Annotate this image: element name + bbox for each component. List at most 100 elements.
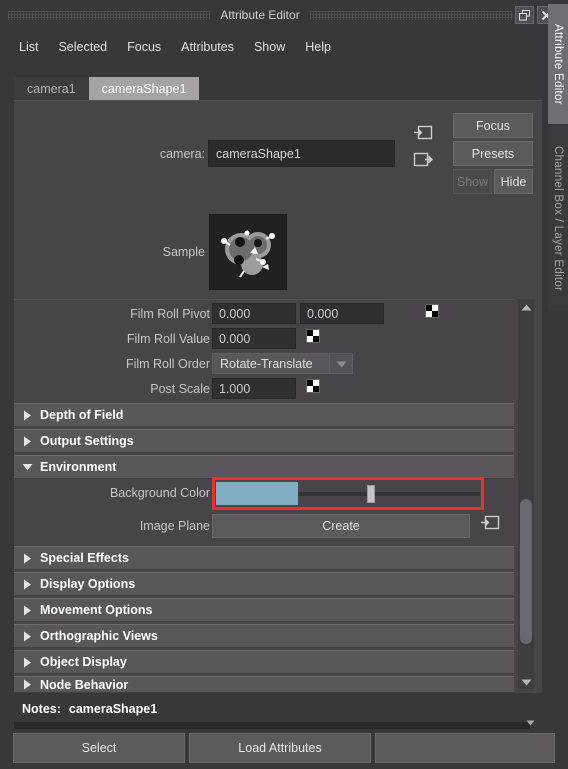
node-tab-strip: camera1 cameraShape1: [14, 75, 542, 101]
post-scale-key-icon[interactable]: [306, 379, 320, 393]
notes-value: cameraShape1: [68, 702, 158, 716]
film-roll-pivot-label-wrap: Film Roll Pivot: [90, 303, 210, 324]
side-tab-attribute-editor[interactable]: Attribute Editor: [548, 4, 568, 124]
output-connection-button[interactable]: [412, 152, 434, 171]
title-grip-right: [309, 10, 512, 20]
chevron-down-icon: [336, 355, 347, 373]
section-movement-options[interactable]: Movement Options: [14, 598, 514, 622]
film-roll-value-label-wrap: Film Roll Value: [90, 328, 210, 349]
section-label: Display Options: [40, 577, 136, 591]
menu-item-attributes[interactable]: Attributes: [172, 38, 243, 56]
image-plane-connection-button[interactable]: [477, 513, 502, 536]
notes-label: Notes:: [22, 702, 61, 716]
menu-item-list[interactable]: List: [10, 38, 47, 56]
show-button[interactable]: Show: [453, 169, 492, 194]
title-bar[interactable]: Attribute Editor: [8, 4, 556, 26]
section-output-settings[interactable]: Output Settings: [14, 429, 514, 453]
section-label: Object Display: [40, 655, 127, 669]
tab-camera1[interactable]: camera1: [14, 77, 89, 101]
chevron-right-icon: [14, 631, 40, 642]
film-roll-order-label: Film Roll Order: [125, 356, 210, 371]
film-roll-pivot-key-icon[interactable]: [425, 304, 439, 318]
input-connection-button[interactable]: [412, 125, 434, 144]
attribute-editor-window: Attribute Editor List Selected Focus Att…: [0, 0, 568, 769]
menu-item-show[interactable]: Show: [245, 38, 294, 56]
film-roll-order-label-wrap: Film Roll Order: [90, 353, 210, 374]
output-connection-icon: [480, 514, 500, 536]
background-color-highlight-box: [212, 477, 484, 510]
side-tab-label: Channel Box / Layer Editor: [552, 145, 564, 292]
section-orthographic-views[interactable]: Orthographic Views: [14, 624, 514, 648]
section-label: Movement Options: [40, 603, 153, 617]
restore-icon: [519, 9, 530, 21]
section-special-effects[interactable]: Special Effects: [14, 546, 514, 570]
sample-label-wrap: Sample: [130, 242, 205, 262]
image-plane-label-wrap: Image Plane: [80, 515, 210, 537]
section-label: Special Effects: [40, 551, 129, 565]
scroll-down-icon: [521, 673, 532, 691]
load-attributes-button[interactable]: Load Attributes: [189, 733, 371, 763]
chevron-down-icon: [14, 463, 40, 471]
side-tab-channel-box[interactable]: Channel Box / Layer Editor: [548, 126, 568, 311]
post-scale-label-wrap: Post Scale: [90, 378, 210, 399]
footer-empty-button[interactable]: [375, 733, 555, 763]
sample-label: Sample: [162, 245, 205, 259]
film-roll-value-key-icon[interactable]: [306, 329, 320, 343]
section-node-behavior[interactable]: Node Behavior: [14, 676, 514, 693]
window-title: Attribute Editor: [220, 8, 300, 22]
tab-cameraShape1[interactable]: cameraShape1: [88, 77, 200, 101]
presets-button[interactable]: Presets: [453, 141, 533, 166]
hide-button[interactable]: Hide: [494, 169, 533, 194]
film-roll-value-label: Film Roll Value: [126, 331, 210, 346]
scroll-down-button[interactable]: [518, 674, 534, 689]
chevron-right-icon: [14, 410, 40, 421]
restore-button[interactable]: [515, 6, 534, 24]
background-color-label: Background Color: [109, 486, 210, 500]
scrollbar-thumb[interactable]: [520, 499, 532, 644]
section-label: Node Behavior: [40, 677, 129, 692]
menu-item-focus[interactable]: Focus: [118, 38, 170, 56]
scroll-up-icon: [521, 298, 532, 316]
image-plane-create-button[interactable]: Create: [212, 514, 470, 538]
post-scale-input[interactable]: 1.000: [212, 378, 296, 399]
camera-name-input[interactable]: cameraShape1: [208, 140, 395, 167]
input-connection-icon: [413, 124, 433, 146]
film-roll-order-dropdown-arrow[interactable]: [329, 353, 353, 374]
output-connection-icon: [413, 151, 433, 173]
section-label: Depth of Field: [40, 408, 124, 422]
side-tab-strip: Attribute Editor Channel Box / Layer Edi…: [548, 4, 568, 314]
menu-item-selected[interactable]: Selected: [49, 38, 116, 56]
section-environment[interactable]: Environment: [14, 455, 514, 479]
notes-input[interactable]: [14, 722, 530, 729]
film-roll-pivot-input-x[interactable]: 0.000: [212, 303, 296, 324]
chevron-right-icon: [14, 436, 40, 447]
attribute-scrollbar[interactable]: [518, 299, 534, 689]
film-roll-order-dropdown[interactable]: Rotate-Translate: [212, 353, 330, 374]
section-label: Orthographic Views: [40, 629, 158, 643]
section-depth-of-field[interactable]: Depth of Field: [14, 403, 514, 427]
film-roll-value-input[interactable]: 0.000: [212, 328, 296, 349]
chevron-right-icon: [14, 605, 40, 616]
scroll-up-button[interactable]: [518, 299, 534, 314]
notes-dropdown-button[interactable]: [524, 716, 536, 728]
chevron-down-icon: [526, 713, 535, 731]
camera-field-label: camera:: [159, 147, 205, 161]
post-scale-label: Post Scale: [150, 381, 210, 396]
film-roll-pivot-input-y[interactable]: 0.000: [300, 303, 384, 324]
sample-thumbnail[interactable]: [209, 214, 287, 290]
image-plane-label: Image Plane: [139, 519, 210, 533]
camera-field-label-wrap: camera:: [130, 143, 205, 165]
chevron-right-icon: [14, 679, 40, 690]
section-object-display[interactable]: Object Display: [14, 650, 514, 674]
chevron-right-icon: [14, 553, 40, 564]
focus-button[interactable]: Focus: [453, 113, 533, 138]
select-button[interactable]: Select: [13, 733, 185, 763]
menu-bar: List Selected Focus Attributes Show Help: [10, 36, 340, 58]
menu-item-help[interactable]: Help: [296, 38, 340, 56]
section-label: Output Settings: [40, 434, 134, 448]
footer-button-bar: Select Load Attributes: [13, 733, 555, 763]
section-display-options[interactable]: Display Options: [14, 572, 514, 596]
chevron-right-icon: [14, 657, 40, 668]
chevron-right-icon: [14, 579, 40, 590]
side-tab-label: Attribute Editor: [552, 23, 564, 105]
